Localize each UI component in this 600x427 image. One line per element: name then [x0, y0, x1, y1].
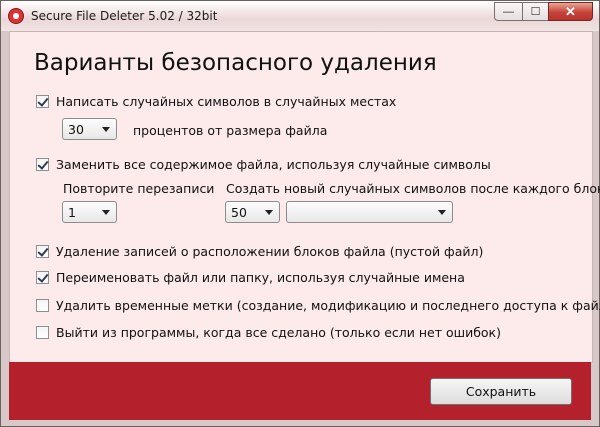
repeat-select[interactable]: 1: [62, 201, 117, 223]
new-chars-value: 50: [231, 204, 247, 220]
timestamps-label: Удалить временные метки (создание, модиф…: [56, 298, 600, 313]
window-controls: — ☐ ✕: [494, 2, 593, 22]
repeat-label: Повторите перезаписи: [63, 181, 215, 196]
percent-select[interactable]: 30: [62, 118, 117, 140]
maximize-button[interactable]: ☐: [522, 2, 548, 21]
window-title: Secure File Deleter 5.02 / 32bit: [31, 9, 218, 23]
repeat-value: 1: [68, 204, 76, 220]
percent-value: 30: [68, 121, 84, 137]
chevron-down-icon: [102, 127, 110, 132]
close-button[interactable]: ✕: [548, 2, 593, 21]
option-timestamps[interactable]: Удалить временные метки (создание, модиф…: [36, 298, 600, 313]
page-title: Варианты безопасного удаления: [34, 50, 437, 76]
chevron-down-icon: [438, 210, 446, 215]
random-chars-checkbox[interactable]: [36, 95, 49, 108]
app-logo-icon: [8, 8, 24, 24]
rename-checkbox[interactable]: [36, 271, 49, 284]
exit-checkbox[interactable]: [36, 326, 49, 339]
delete-blocks-label: Удаление записей о расположении блоков ф…: [56, 244, 484, 259]
app-window: Secure File Deleter 5.02 / 32bit — ☐ ✕ В…: [0, 0, 600, 427]
new-chars-label: Создать новый случайных символов после к…: [226, 181, 600, 196]
replace-content-label: Заменить все содержимое файла, используя…: [56, 157, 491, 172]
exit-label: Выйти из программы, когда все сделано (т…: [56, 325, 501, 340]
replace-content-checkbox[interactable]: [36, 158, 49, 171]
chevron-down-icon: [102, 210, 110, 215]
percent-suffix-label: процентов от размера файла: [133, 123, 328, 138]
footer-bar: Сохранить: [9, 362, 591, 420]
save-button[interactable]: Сохранить: [430, 378, 572, 405]
chevron-down-icon: [265, 210, 273, 215]
minimize-button[interactable]: —: [494, 2, 522, 21]
option-random-chars[interactable]: Написать случайных символов в случайных …: [36, 94, 396, 109]
options-panel: Варианты безопасного удаления Написать с…: [9, 31, 600, 363]
delete-blocks-checkbox[interactable]: [36, 245, 49, 258]
option-delete-blocks[interactable]: Удаление записей о расположении блоков ф…: [36, 244, 483, 259]
option-replace-content[interactable]: Заменить все содержимое файла, используя…: [36, 157, 491, 172]
new-chars-select[interactable]: 50: [225, 201, 280, 223]
title-bar[interactable]: Secure File Deleter 5.02 / 32bit — ☐ ✕: [1, 1, 599, 31]
option-exit[interactable]: Выйти из программы, когда все сделано (т…: [36, 325, 501, 340]
random-chars-label: Написать случайных символов в случайных …: [56, 94, 397, 109]
timestamps-checkbox[interactable]: [36, 299, 49, 312]
option-rename[interactable]: Переименовать файл или папку, используя …: [36, 270, 465, 285]
rename-label: Переименовать файл или папку, используя …: [56, 270, 465, 285]
new-chars-unit-select[interactable]: [286, 201, 453, 223]
